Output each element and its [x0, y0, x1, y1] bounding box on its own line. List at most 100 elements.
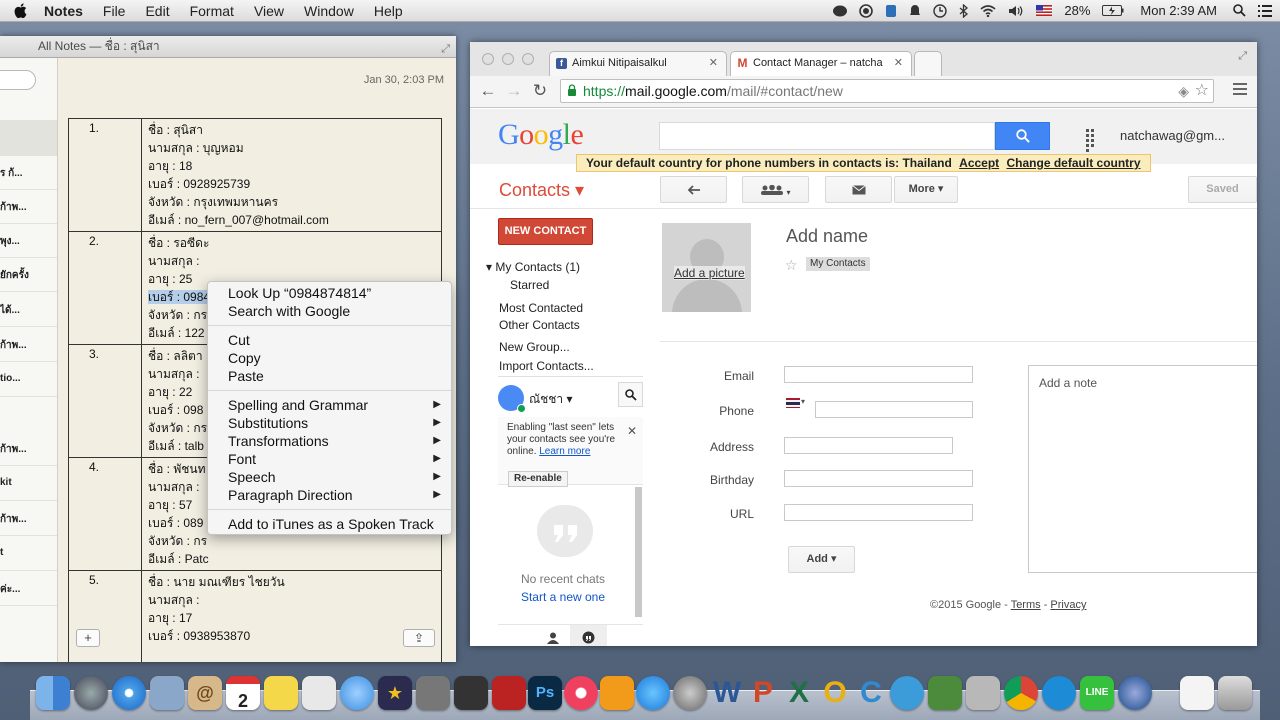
excel-icon[interactable]: X	[782, 676, 816, 710]
add-field-button[interactable]: Add ▾	[788, 546, 855, 573]
chrome-icon[interactable]	[1004, 676, 1038, 710]
menu-item-substitutions[interactable]: Substitutions ▶	[208, 414, 451, 432]
forward-icon[interactable]: →	[504, 81, 524, 101]
calendar-icon[interactable]: 2	[226, 676, 260, 711]
accept-link[interactable]: Accept	[959, 156, 999, 170]
system-preferences-icon[interactable]	[673, 676, 707, 710]
birthday-field[interactable]	[784, 470, 973, 487]
volume-icon[interactable]	[1002, 5, 1030, 17]
zoom-window-button[interactable]	[522, 53, 534, 65]
menu-item-speech[interactable]: Speech ▶	[208, 468, 451, 486]
saved-button[interactable]: Saved	[1188, 176, 1257, 203]
menu-item-transformations[interactable]: Transformations ▶	[208, 432, 451, 450]
notes-list-item[interactable]: tio...	[0, 363, 57, 397]
app-store-icon[interactable]	[636, 676, 670, 710]
menu-item-paragraph-direction[interactable]: Paragraph Direction ▶	[208, 486, 451, 504]
row-body[interactable]: ชื่อ : สุนิสา นามสกุล : บุญหอม อายุ : 18…	[141, 118, 442, 232]
fullscreen-icon[interactable]: ⤢	[1238, 50, 1247, 63]
person-icon[interactable]	[547, 632, 559, 644]
record-status-icon[interactable]	[853, 3, 879, 18]
contacts-app-icon[interactable]: @	[188, 676, 222, 710]
apps-grid-icon[interactable]	[1086, 129, 1100, 152]
menubar-clock[interactable]: Mon 2:39 AM	[1130, 3, 1227, 18]
search-button[interactable]	[995, 122, 1050, 150]
teamviewer-icon[interactable]	[1042, 676, 1076, 710]
menu-item-paste[interactable]: Paste	[208, 367, 451, 385]
wifi-icon[interactable]	[974, 4, 1002, 17]
outlook-icon[interactable]: O	[818, 676, 852, 710]
bookmark-star-icon[interactable]: ☆	[1195, 80, 1209, 102]
email-contact-button[interactable]	[825, 176, 892, 203]
learn-more-link[interactable]: Learn more	[539, 446, 590, 457]
new-note-button[interactable]: +	[76, 629, 100, 647]
menu-file[interactable]: File	[93, 3, 136, 19]
menu-item-spelling[interactable]: Spelling and Grammar ▶	[208, 396, 451, 414]
preview-icon[interactable]	[302, 676, 336, 710]
privacy-link[interactable]: Privacy	[1050, 599, 1086, 611]
url-field[interactable]	[784, 504, 973, 521]
ibooks-icon[interactable]	[600, 676, 634, 710]
nav-other-contacts[interactable]: Other Contacts	[499, 318, 580, 332]
menu-edit[interactable]: Edit	[135, 3, 179, 19]
notification-center-icon[interactable]	[1252, 4, 1280, 17]
contact-photo[interactable]: Add a picture	[662, 223, 751, 312]
notes-list-item[interactable]: ก้าพ...	[0, 190, 57, 224]
stickies-icon[interactable]	[264, 676, 298, 710]
globe-tool-icon[interactable]	[928, 676, 962, 710]
chat-scrollbar[interactable]	[635, 487, 642, 617]
mail-search-input[interactable]	[659, 122, 995, 150]
imovie-icon[interactable]: ★	[378, 676, 412, 710]
safari-icon[interactable]	[112, 676, 146, 710]
finder-icon[interactable]	[36, 676, 70, 710]
change-country-link[interactable]: Change default country	[1007, 156, 1141, 170]
quicktime-icon[interactable]	[1118, 676, 1152, 710]
extension-icon[interactable]: ◈	[1178, 80, 1189, 102]
menu-format[interactable]: Format	[180, 3, 244, 19]
mail-app-icon[interactable]	[150, 676, 184, 710]
note-textarea[interactable]: Add a note	[1028, 365, 1257, 573]
notes-list-item[interactable]: ยักครั้ง	[0, 258, 57, 292]
share-button[interactable]: ⇪	[403, 629, 435, 647]
nav-my-contacts[interactable]: ▾ My Contacts (1)	[486, 260, 580, 274]
reload-icon[interactable]: ↻	[530, 81, 550, 101]
messages-icon[interactable]	[340, 676, 374, 710]
notes-list-item[interactable]: kit	[0, 467, 57, 501]
notes-list-item[interactable]: ก้าพ...	[0, 328, 57, 362]
nav-new-group[interactable]: New Group...	[499, 340, 570, 354]
photoshop-icon[interactable]: Ps	[528, 676, 562, 710]
nav-most-contacted[interactable]: Most Contacted	[499, 301, 583, 315]
network-icon[interactable]	[890, 676, 924, 710]
fullscreen-icon[interactable]: ⤢	[441, 39, 450, 59]
photo-app-icon[interactable]	[492, 676, 526, 710]
bluetooth-icon[interactable]	[953, 3, 974, 18]
notification-bell-icon[interactable]	[903, 4, 927, 18]
hangouts-tab[interactable]	[570, 625, 607, 646]
line-app-icon[interactable]: LINE	[1080, 676, 1114, 710]
notes-list-item[interactable]: ก้าพ...	[0, 432, 57, 466]
start-new-chat-link[interactable]: Start a new one	[498, 590, 628, 604]
chat-search-button[interactable]	[618, 382, 643, 407]
email-field[interactable]	[784, 366, 973, 383]
groups-button[interactable]: ▾	[742, 176, 809, 203]
chrome-menu-icon[interactable]	[1233, 83, 1247, 98]
line-status-icon[interactable]	[827, 5, 853, 17]
account-name[interactable]: natchawag@gm...	[1120, 128, 1225, 143]
menu-item-copy[interactable]: Copy	[208, 349, 451, 367]
document-icon[interactable]	[1180, 676, 1214, 710]
itunes-icon[interactable]	[564, 676, 598, 710]
notes-list-item[interactable]: t	[0, 537, 57, 571]
country-dropdown-icon[interactable]: ▾	[801, 397, 805, 406]
back-to-contacts-button[interactable]	[660, 176, 727, 203]
menu-app-notes[interactable]: Notes	[40, 3, 93, 19]
back-icon[interactable]: ←	[478, 81, 498, 101]
notes-list-item[interactable]: ร ก้...	[0, 156, 57, 190]
close-icon[interactable]: ✕	[627, 425, 637, 437]
address-bar[interactable]: https://mail.google.com/mail/#contact/ne…	[560, 79, 1214, 103]
menu-item-cut[interactable]: Cut	[208, 331, 451, 349]
nav-starred[interactable]: Starred	[510, 278, 549, 292]
notes-list-item[interactable]: ค่ะ...	[0, 572, 57, 606]
contacts-menu[interactable]: Contacts ▾	[499, 180, 584, 201]
notes-search-input[interactable]	[0, 70, 36, 90]
tab-contact-manager[interactable]: M Contact Manager – natcha ✕	[730, 51, 912, 76]
menu-item-add-to-itunes[interactable]: Add to iTunes as a Spoken Track	[208, 515, 451, 533]
